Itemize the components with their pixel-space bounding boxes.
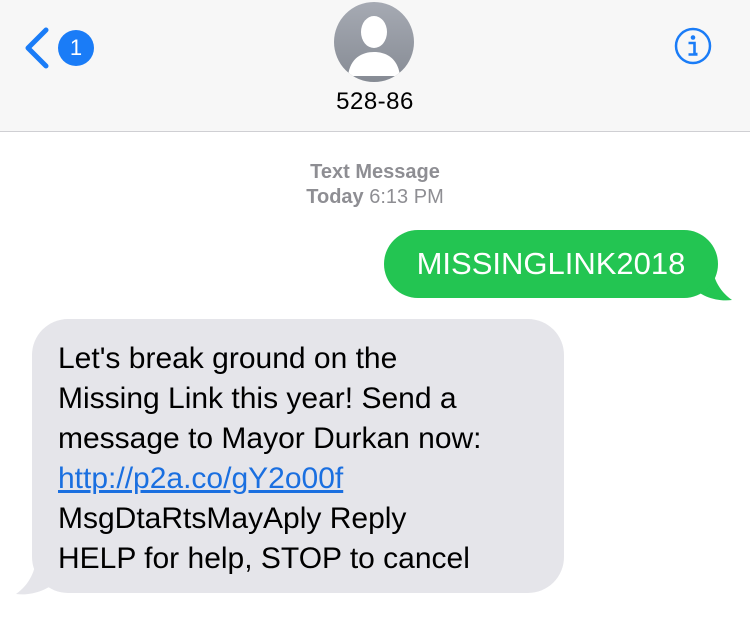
received-message-line: HELP for help, STOP to cancel bbox=[58, 542, 470, 575]
message-link[interactable]: http://p2a.co/gY2o00f bbox=[58, 462, 343, 495]
unread-badge: 1 bbox=[58, 30, 94, 66]
info-circle-icon bbox=[674, 27, 712, 65]
info-button[interactable] bbox=[673, 26, 713, 66]
chevron-left-icon bbox=[25, 27, 49, 69]
timestamp-day: Today bbox=[306, 186, 364, 208]
received-message-line: Let's break ground on the bbox=[58, 342, 398, 375]
messages-screen: 1 528-86 Text Message Today 6:13 PM MISS bbox=[0, 0, 750, 621]
sent-message-bubble[interactable]: MISSINGLINK2018 bbox=[384, 230, 718, 298]
received-message-bubble[interactable]: Let's break ground on the Missing Link t… bbox=[32, 319, 564, 593]
timestamp-time: 6:13 PM bbox=[369, 186, 444, 208]
timestamp-label: Text Message bbox=[310, 161, 440, 183]
conversation-header: 1 528-86 bbox=[0, 0, 750, 132]
avatar[interactable] bbox=[334, 2, 414, 82]
contact-name[interactable]: 528-86 bbox=[0, 88, 750, 116]
received-message-line: message to Mayor Durkan now: bbox=[58, 422, 482, 455]
received-message-line: MsgDtaRtsMayAply Reply bbox=[58, 502, 407, 535]
back-button[interactable]: 1 bbox=[22, 26, 94, 70]
person-silhouette-icon bbox=[348, 16, 400, 76]
message-timestamp: Text Message Today 6:13 PM bbox=[0, 160, 750, 210]
received-message-line: Missing Link this year! Send a bbox=[58, 382, 457, 415]
sent-message-text: MISSINGLINK2018 bbox=[416, 246, 686, 281]
timestamp-datetime: Today 6:13 PM bbox=[0, 185, 750, 210]
